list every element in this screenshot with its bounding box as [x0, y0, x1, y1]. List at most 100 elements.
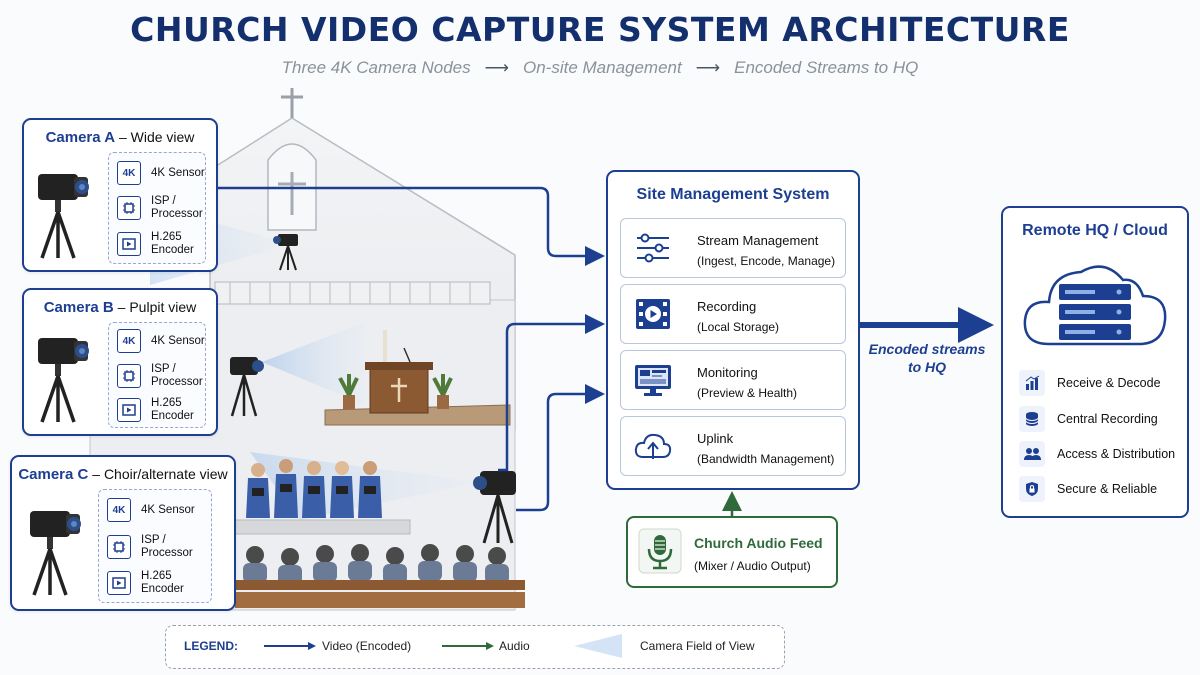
camera-c-spec-panel: 4K 4K Sensor ISP / Processor H.265 Encode… — [98, 489, 212, 603]
chip-icon — [107, 535, 131, 559]
remote-hq-title: Remote HQ / Cloud — [1022, 222, 1168, 239]
play-icon — [107, 571, 131, 595]
play-icon — [117, 398, 141, 422]
camera-b-name: Camera B — [43, 299, 114, 316]
spec-label: 4K Sensor — [151, 166, 205, 179]
shield-lock-icon — [1019, 476, 1045, 502]
hq-item-secure: Secure & Reliable — [1019, 476, 1157, 502]
camera-b-view: Pulpit view — [129, 299, 197, 315]
hq-item-label: Receive & Decode — [1057, 376, 1161, 390]
camera-c-name: Camera C — [18, 466, 89, 483]
camera-a-spec-isp: ISP / Processor — [117, 195, 213, 221]
diagram-canvas: CHURCH VIDEO CAPTURE SYSTEM ARCHITECTURE… — [0, 0, 1200, 675]
spec-label: ISP / Processor — [151, 363, 203, 388]
4k-icon: 4K — [107, 498, 131, 522]
camera-b-spec-isp: ISP / Processor — [117, 363, 213, 389]
camera-a-name: Camera A — [45, 129, 116, 146]
database-icon — [1019, 406, 1045, 432]
spec-label: H.265 Encoder — [151, 397, 194, 422]
camera-a-spec-sensor: 4K 4K Sensor — [117, 161, 213, 185]
module-title: Uplink — [697, 431, 734, 446]
module-title: Recording — [697, 299, 757, 314]
chip-icon — [117, 196, 141, 220]
legend-audio-label: Audio — [499, 639, 530, 653]
module-uplink: Uplink (Bandwidth Management) — [620, 416, 846, 476]
module-text: Recording (Local Storage) — [697, 297, 779, 337]
module-monitoring: Monitoring (Preview & Health) — [620, 350, 846, 410]
camera-card-a: Camera A – Wide view 4K 4K Sensor ISP / P… — [22, 118, 218, 272]
camera-c-view: Choir/alternate view — [103, 466, 228, 482]
camera-b-separator: – — [117, 299, 126, 315]
film-icon — [636, 299, 670, 329]
module-stream-management: Stream Management (Ingest, Encode, Manage… — [620, 218, 846, 278]
cloud-server-icon — [1023, 265, 1167, 346]
camera-c-spec-sensor: 4K 4K Sensor — [107, 498, 203, 522]
legend-fov-label: Camera Field of View — [640, 639, 755, 653]
hq-item-receive: Receive & Decode — [1019, 370, 1161, 396]
video-link-camera-c — [516, 384, 605, 512]
legend-video-swatch — [264, 642, 316, 650]
legend-video-label: Video (Encoded) — [322, 639, 412, 653]
spec-label: 4K Sensor — [151, 334, 205, 347]
camera-b-title: Camera B – Pulpit view — [24, 299, 216, 316]
camera-a-spec-panel: 4K 4K Sensor ISP / Processor H.265 Encode… — [108, 152, 206, 264]
chart-icon — [1019, 370, 1045, 396]
hq-item-label: Central Recording — [1057, 412, 1158, 426]
module-subtitle: (Ingest, Encode, Manage) — [697, 254, 836, 268]
camera-c-separator: – — [92, 466, 101, 482]
encoded-streams-label: Encoded streams to HQ — [868, 341, 986, 375]
camera-c-device-icon — [30, 511, 81, 596]
site-management-title: Site Management System — [636, 186, 830, 203]
module-text: Monitoring (Preview & Health) — [697, 363, 797, 403]
camera-b-device-icon — [38, 338, 89, 423]
spec-label: H.265 Encoder — [151, 231, 194, 256]
module-subtitle: (Bandwidth Management) — [697, 452, 835, 466]
camera-a-separator: – — [118, 129, 127, 145]
users-icon — [1019, 441, 1045, 467]
camera-card-b: Camera B – Pulpit view 4K 4K Sensor ISP /… — [22, 288, 218, 436]
module-title: Monitoring — [697, 365, 758, 380]
play-icon — [117, 232, 141, 256]
cloud-upload-icon — [634, 433, 672, 459]
legend: LEGEND: Video (Encoded) Audio Camera Fie… — [165, 625, 785, 669]
chip-icon — [117, 364, 141, 388]
spec-label: ISP / Processor — [151, 195, 203, 220]
legend-audio-swatch — [442, 642, 494, 650]
camera-a-device-icon — [38, 174, 89, 259]
4k-icon: 4K — [117, 329, 141, 353]
microphone-icon — [638, 528, 682, 574]
remote-hq-cloud: Remote HQ / Cloud Receive & Decode Centr… — [1001, 206, 1189, 518]
sliders-icon — [637, 233, 669, 263]
camera-a-spec-encoder: H.265 Encoder — [117, 231, 213, 257]
spec-label: 4K Sensor — [141, 503, 195, 516]
hq-item-access: Access & Distribution — [1019, 441, 1175, 467]
legend-fov-swatch — [574, 634, 622, 658]
camera-card-c: Camera C – Choir/alternate view 4K 4K Sen… — [10, 455, 236, 611]
module-text: Uplink (Bandwidth Management) — [697, 429, 834, 469]
camera-a-title: Camera A – Wide view — [24, 129, 216, 146]
module-subtitle: (Preview & Health) — [697, 386, 798, 400]
4k-icon: 4K — [117, 161, 141, 185]
camera-b-spec-encoder: H.265 Encoder — [117, 397, 213, 423]
hq-item-label: Secure & Reliable — [1057, 482, 1158, 496]
camera-b-spec-sensor: 4K 4K Sensor — [117, 329, 213, 353]
camera-c-spec-encoder: H.265 Encoder — [107, 570, 203, 596]
monitor-icon — [635, 365, 671, 396]
module-title: Stream Management — [697, 233, 819, 248]
hq-item-recording: Central Recording — [1019, 406, 1158, 432]
camera-b-spec-panel: 4K 4K Sensor ISP / Processor H.265 Encode… — [108, 322, 206, 428]
audio-feed-subtitle: (Mixer / Audio Output) — [694, 559, 811, 573]
church-audio-feed: Church Audio Feed (Mixer / Audio Output) — [626, 516, 838, 588]
module-subtitle: (Local Storage) — [697, 320, 780, 334]
module-text: Stream Management (Ingest, Encode, Manage… — [697, 231, 835, 271]
site-management-system: Site Management System Stream Management… — [606, 170, 860, 490]
camera-c-spec-isp: ISP / Processor — [107, 534, 203, 560]
video-link-camera-a — [216, 186, 605, 266]
spec-label: H.265 Encoder — [141, 570, 184, 595]
hq-item-label: Access & Distribution — [1057, 447, 1176, 461]
camera-c-title: Camera C – Choir/alternate view — [12, 466, 234, 483]
audio-feed-title: Church Audio Feed — [694, 535, 823, 551]
legend-title: LEGEND: — [184, 639, 238, 653]
module-recording: Recording (Local Storage) — [620, 284, 846, 344]
spec-label: ISP / Processor — [141, 534, 193, 559]
